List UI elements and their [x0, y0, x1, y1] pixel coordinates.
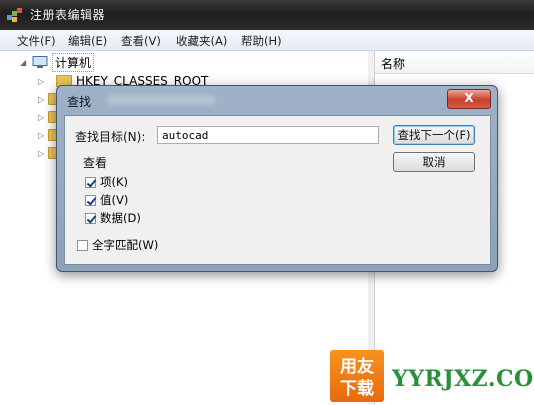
collapsed-arrow-icon[interactable]: ▷ [38, 113, 48, 122]
collapsed-arrow-icon[interactable]: ▷ [38, 95, 48, 104]
checkbox-checked-icon[interactable] [85, 176, 96, 188]
blurred-region [107, 95, 215, 105]
expanded-arrow-icon[interactable]: ◢ [20, 58, 30, 67]
menu-bar: 文件(F) 编辑(E) 查看(V) 收藏夹(A) 帮助(H) [0, 30, 534, 51]
collapsed-arrow-icon[interactable]: ▷ [38, 149, 48, 158]
menu-file[interactable]: 文件(F) [17, 33, 56, 49]
look-at-group-label: 查看 [83, 156, 108, 170]
option-values[interactable]: 值(V) [85, 192, 128, 208]
find-target-label: 查找目标(N): [75, 130, 146, 144]
option-label: 值(V) [100, 193, 129, 207]
find-dialog: 查找 X 查找目标(N): autocad 查找下一个(F) 取消 查看 项(K… [56, 85, 498, 272]
collapsed-arrow-icon[interactable]: ▷ [38, 131, 48, 140]
computer-icon [32, 55, 48, 68]
menu-help[interactable]: 帮助(H) [241, 33, 282, 49]
svg-text:下载: 下载 [340, 378, 374, 399]
dialog-title: 查找 [67, 95, 92, 109]
option-data[interactable]: 数据(D) [85, 210, 141, 226]
regedit-icon [7, 8, 22, 22]
tree-item-computer[interactable]: ◢ 计算机 [20, 52, 95, 72]
find-next-button[interactable]: 查找下一个(F) [393, 125, 475, 145]
close-button[interactable]: X [447, 89, 491, 109]
menu-favorites[interactable]: 收藏夹(A) [176, 33, 227, 49]
svg-text:用友: 用友 [340, 356, 374, 377]
collapsed-arrow-icon[interactable]: ▷ [38, 77, 48, 86]
option-label: 数据(D) [100, 211, 141, 225]
option-label: 全字匹配(W) [92, 238, 159, 252]
menu-edit[interactable]: 编辑(E) [68, 33, 107, 49]
option-match-whole[interactable]: 全字匹配(W) [77, 237, 158, 253]
dialog-body: 查找目标(N): autocad 查找下一个(F) 取消 查看 项(K) 值(V… [64, 115, 491, 265]
checkbox-checked-icon[interactable] [85, 194, 96, 206]
option-label: 项(K) [100, 175, 129, 189]
window-title: 注册表编辑器 [30, 8, 106, 22]
column-header-name[interactable]: 名称 [375, 51, 534, 74]
watermark-site: YYRJXZ.COM [392, 366, 534, 392]
cancel-button[interactable]: 取消 [393, 152, 475, 172]
checkbox-unchecked-icon[interactable] [77, 239, 88, 251]
window-title-bar[interactable]: 注册表编辑器 [0, 0, 534, 30]
checkbox-checked-icon[interactable] [85, 212, 96, 224]
option-keys[interactable]: 项(K) [85, 174, 128, 190]
column-header-label: 名称 [381, 57, 406, 71]
menu-view[interactable]: 查看(V) [121, 33, 161, 49]
watermark-logo: 用友 下载 [330, 350, 384, 402]
find-target-input[interactable]: autocad [157, 126, 379, 144]
tree-item-label: 计算机 [52, 52, 95, 72]
